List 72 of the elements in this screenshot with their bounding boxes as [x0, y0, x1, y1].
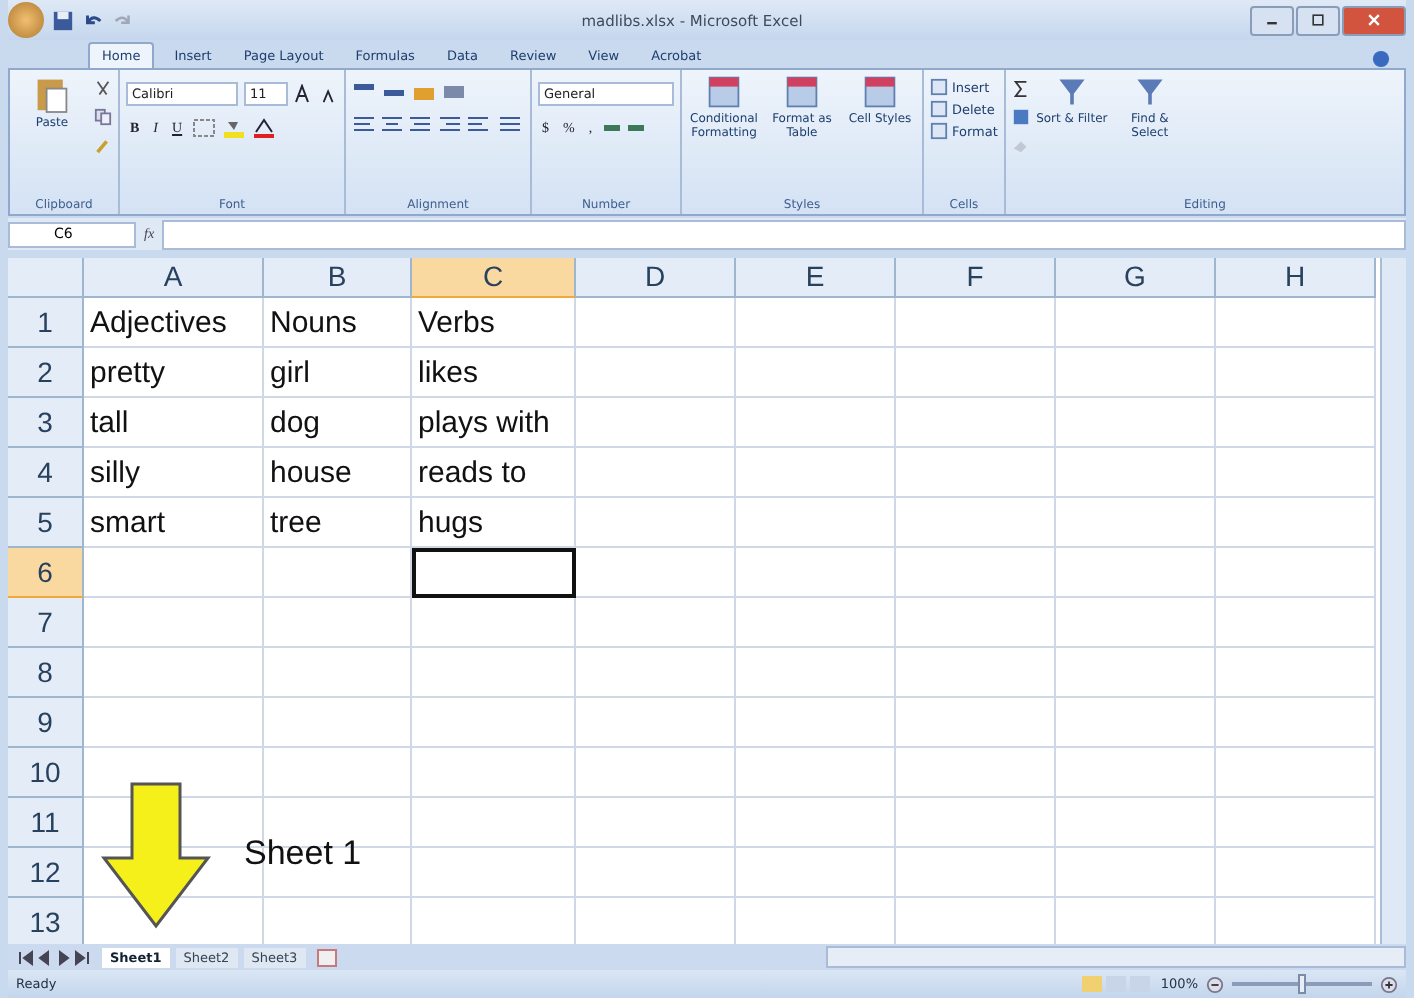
save-icon[interactable] [52, 9, 74, 31]
help-icon[interactable] [1372, 50, 1390, 68]
zoom-out-icon[interactable] [1206, 975, 1224, 993]
border-icon[interactable] [192, 118, 217, 138]
close-icon [1366, 12, 1382, 28]
row-header[interactable]: 9 [8, 698, 84, 748]
row-header[interactable]: 3 [8, 398, 84, 448]
row-header[interactable]: 8 [8, 648, 84, 698]
table-cell: Verbs [412, 298, 576, 348]
table-cell: likes [412, 348, 576, 398]
table-cell: smart [84, 498, 264, 548]
cell-icon [930, 78, 948, 96]
row-header[interactable]: 2 [8, 348, 84, 398]
column-header[interactable]: A [84, 258, 264, 298]
funnel-icon [1131, 74, 1168, 110]
column-header[interactable]: D [576, 258, 736, 298]
table-cell: girl [264, 348, 412, 398]
table-style-icon [784, 74, 820, 110]
scissors-icon[interactable] [94, 80, 112, 98]
arrow-annotation-icon [100, 782, 212, 930]
sum-icon[interactable] [1011, 80, 1030, 98]
row-header[interactable]: 6 [8, 548, 84, 598]
grow-font-icon[interactable] [294, 84, 314, 104]
table-style-icon [862, 74, 898, 110]
row-header[interactable]: 10 [8, 748, 84, 798]
column-header[interactable]: F [896, 258, 1056, 298]
active-cell[interactable] [412, 548, 576, 598]
column-header[interactable]: H [1216, 258, 1376, 298]
table-style-icon [706, 74, 742, 110]
table-cell: reads to [412, 448, 576, 498]
zoom-in-icon[interactable] [1380, 975, 1398, 993]
table-cell: tree [264, 498, 412, 548]
table-cell: hugs [412, 498, 576, 548]
brush-icon[interactable] [94, 136, 112, 154]
table-cell: pretty [84, 348, 264, 398]
close-button[interactable] [1342, 5, 1406, 35]
font-color-icon[interactable] [252, 118, 277, 138]
fill-color-icon[interactable] [222, 118, 247, 138]
formula-input[interactable] [162, 219, 1406, 249]
funnel-icon [1053, 74, 1090, 110]
annotation-label: Sheet 1 [244, 834, 362, 874]
cell-icon [930, 122, 948, 140]
table-cell: silly [84, 448, 264, 498]
clipboard-icon [34, 74, 70, 114]
table-cell: house [264, 448, 412, 498]
column-header[interactable]: C [412, 258, 576, 298]
zoom-slider-thumb[interactable] [1298, 974, 1306, 994]
row-header[interactable]: 1 [8, 298, 84, 348]
table-cell: dog [264, 398, 412, 448]
column-header[interactable]: E [736, 258, 896, 298]
row-header[interactable]: 4 [8, 448, 84, 498]
table-cell: tall [84, 398, 264, 448]
cell-icon [930, 100, 948, 118]
table-cell: plays with [412, 398, 576, 448]
vertical-scrollbar[interactable] [1380, 258, 1406, 944]
column-header[interactable]: B [264, 258, 412, 298]
maximize-icon [1310, 12, 1326, 28]
text-align-icons[interactable] [352, 114, 524, 134]
row-header[interactable]: 7 [8, 598, 84, 648]
table-cell: Nouns [264, 298, 412, 348]
horizontal-scrollbar[interactable] [825, 946, 1406, 968]
table-cell: Adjectives [84, 298, 264, 348]
row-header[interactable]: 5 [8, 498, 84, 548]
row-header[interactable]: 13 [8, 898, 84, 944]
row-header[interactable]: 12 [8, 848, 84, 898]
row-header[interactable]: 11 [8, 798, 84, 848]
maximize-button[interactable] [1296, 5, 1340, 35]
column-header[interactable]: G [1056, 258, 1216, 298]
copy-icon[interactable] [94, 108, 112, 126]
fill-icon[interactable] [1011, 108, 1030, 126]
new-sheet-icon[interactable] [311, 947, 340, 967]
shrink-font-icon[interactable] [320, 85, 338, 103]
